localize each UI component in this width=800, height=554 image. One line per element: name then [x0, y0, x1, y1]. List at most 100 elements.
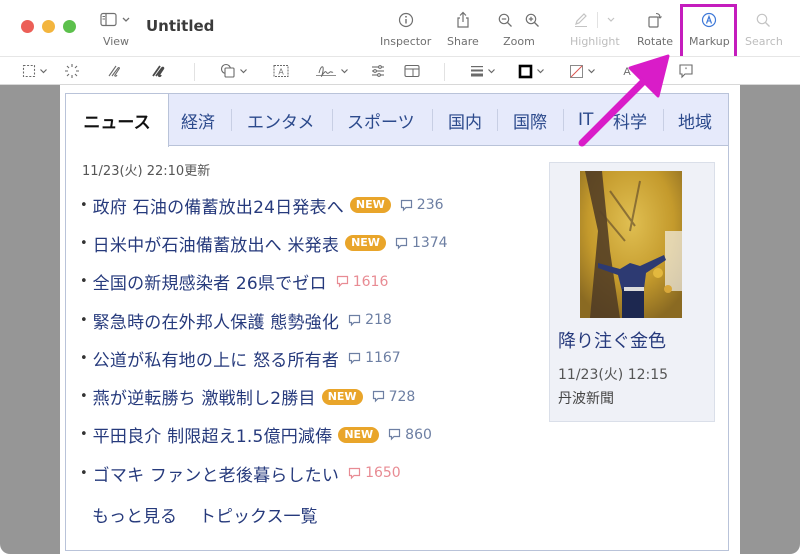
- headline-link[interactable]: ゴマキ ファンと老後暮らしたい: [93, 461, 339, 486]
- news-item[interactable]: • 平田良介 制限超え1.5億円減俸 NEW 860: [80, 416, 540, 454]
- photo-headline-link[interactable]: 降り注ぐ金色: [558, 327, 666, 353]
- magic-wand-icon: [65, 64, 79, 78]
- new-badge: NEW: [345, 235, 386, 252]
- headline-link[interactable]: 日米中が石油備蓄放出へ 米発表: [93, 231, 339, 256]
- news-photo[interactable]: [580, 171, 682, 318]
- headline-link[interactable]: 平田良介 制限超え1.5億円減俸: [93, 422, 333, 447]
- bullet: •: [80, 465, 88, 481]
- minimize-window-button[interactable]: [42, 20, 55, 33]
- comment-icon: [389, 429, 401, 441]
- zoom-label: Zoom: [503, 35, 535, 48]
- comment-count[interactable]: 1167: [348, 350, 401, 366]
- comment-count[interactable]: 236: [400, 197, 444, 213]
- news-panel: ニュース 経済 エンタメ スポーツ 国内 国際 IT 科学 地域 11/23(火…: [65, 93, 729, 551]
- zoom-out-icon[interactable]: [498, 13, 513, 28]
- comment-icon: [395, 237, 408, 250]
- share-label: Share: [447, 35, 479, 48]
- zoom-window-button[interactable]: [63, 20, 76, 33]
- draw-button[interactable]: [151, 62, 167, 80]
- comment-count[interactable]: 1650: [348, 465, 401, 481]
- more-link[interactable]: もっと見る: [92, 502, 177, 527]
- comment-icon: [348, 352, 361, 365]
- tab-divider: [563, 109, 564, 131]
- text-style-button[interactable]: A: [620, 62, 634, 80]
- search-label: Search: [745, 35, 783, 48]
- adjust-color-button[interactable]: [371, 62, 385, 80]
- annotate-button[interactable]: ": [678, 62, 694, 80]
- tab-news[interactable]: ニュース: [66, 94, 169, 147]
- text-box-button[interactable]: A: [273, 62, 289, 80]
- highlight-button[interactable]: Highlight: [570, 8, 620, 48]
- bullet: •: [80, 235, 88, 251]
- tab-divider: [663, 109, 664, 131]
- tab-local[interactable]: 地域: [678, 94, 712, 146]
- bullet: •: [80, 427, 88, 443]
- border-color-button[interactable]: [518, 62, 545, 80]
- tab-domestic[interactable]: 国内: [448, 94, 482, 146]
- tab-it[interactable]: IT: [578, 94, 593, 146]
- share-button[interactable]: Share: [447, 8, 479, 48]
- highlighter-icon: [575, 13, 588, 27]
- shapes-icon: [220, 63, 235, 78]
- shape-style-button[interactable]: [470, 62, 496, 80]
- zoom-in-icon[interactable]: [525, 13, 540, 28]
- border-color-icon: [518, 64, 533, 78]
- new-badge: NEW: [338, 426, 380, 443]
- chevron-down-icon[interactable]: [606, 16, 616, 24]
- search-button[interactable]: Search: [745, 8, 783, 48]
- sketch-button[interactable]: [107, 62, 123, 80]
- topics-list-link[interactable]: トピックス一覧: [199, 502, 318, 527]
- document-title: Untitled: [146, 17, 215, 35]
- news-item[interactable]: • 日米中が石油備蓄放出へ 米発表 NEW 1374: [80, 224, 540, 262]
- inspector-button[interactable]: Inspector: [380, 8, 431, 48]
- no-fill-icon: [570, 64, 583, 78]
- sign-button[interactable]: [315, 62, 349, 80]
- view-button[interactable]: View: [100, 8, 132, 48]
- bullet: •: [80, 389, 88, 405]
- toolbar-divider: [194, 63, 195, 81]
- rectangular-selection-icon: [22, 64, 36, 78]
- tab-international[interactable]: 国際: [513, 94, 547, 146]
- headline-link[interactable]: 緊急時の在外邦人保護 態勢強化: [93, 308, 339, 333]
- view-label: View: [102, 35, 130, 48]
- news-item[interactable]: • 燕が逆転勝ち 激戦制し2勝目 NEW 728: [80, 377, 540, 415]
- news-item[interactable]: • 公道が私有地の上に 怒る所有者 1167: [80, 339, 540, 377]
- new-badge: NEW: [349, 197, 391, 214]
- shapes-button[interactable]: [220, 62, 248, 80]
- share-icon: [457, 11, 469, 28]
- comment-count[interactable]: 1616: [336, 274, 388, 290]
- news-item[interactable]: • ゴマキ ファンと老後暮らしたい 1650: [80, 454, 540, 492]
- news-item[interactable]: • 政府 石油の備蓄放出24日発表へ NEW 236: [80, 186, 540, 224]
- fill-color-button[interactable]: [569, 62, 596, 80]
- tab-entertainment[interactable]: エンタメ: [247, 94, 315, 146]
- rotate-button[interactable]: Rotate: [637, 8, 673, 48]
- resize-icon: [404, 64, 420, 78]
- comment-count[interactable]: 860: [388, 427, 432, 443]
- selection-tool-button[interactable]: [22, 62, 48, 80]
- tab-sports[interactable]: スポーツ: [347, 94, 415, 146]
- comment-count-value: 218: [365, 312, 392, 329]
- toolbar-divider: [444, 63, 445, 81]
- adjust-size-button[interactable]: [404, 62, 420, 80]
- zoom-control[interactable]: Zoom: [498, 8, 540, 48]
- headline-link[interactable]: 全国の新規感染者 26県でゼロ: [93, 269, 327, 294]
- comment-count-value: 1374: [411, 235, 448, 252]
- tab-science[interactable]: 科学: [613, 94, 647, 146]
- tab-economy[interactable]: 経済: [181, 94, 215, 146]
- headline-link[interactable]: 公道が私有地の上に 怒る所有者: [93, 346, 339, 371]
- instant-alpha-button[interactable]: [64, 62, 80, 80]
- headline-link[interactable]: 燕が逆転勝ち 激戦制し2勝目: [93, 384, 316, 409]
- news-item[interactable]: • 緊急時の在外邦人保護 態勢強化 218: [80, 301, 540, 339]
- comment-count[interactable]: 218: [348, 312, 392, 328]
- comment-icon: [348, 314, 361, 326]
- markup-toolbar: A A ": [0, 56, 800, 85]
- comment-icon: [372, 391, 384, 403]
- close-window-button[interactable]: [21, 20, 34, 33]
- comment-count-value: 236: [416, 197, 444, 214]
- comment-count[interactable]: 728: [372, 389, 415, 405]
- headline-link[interactable]: 政府 石油の備蓄放出24日発表へ: [93, 193, 344, 218]
- news-item[interactable]: • 全国の新規感染者 26県でゼロ 1616: [80, 263, 540, 301]
- highlight-label: Highlight: [570, 35, 620, 48]
- photo-news-card[interactable]: 降り注ぐ金色 11/23(火) 12:15 丹波新聞: [549, 162, 715, 422]
- comment-count[interactable]: 1374: [395, 235, 448, 251]
